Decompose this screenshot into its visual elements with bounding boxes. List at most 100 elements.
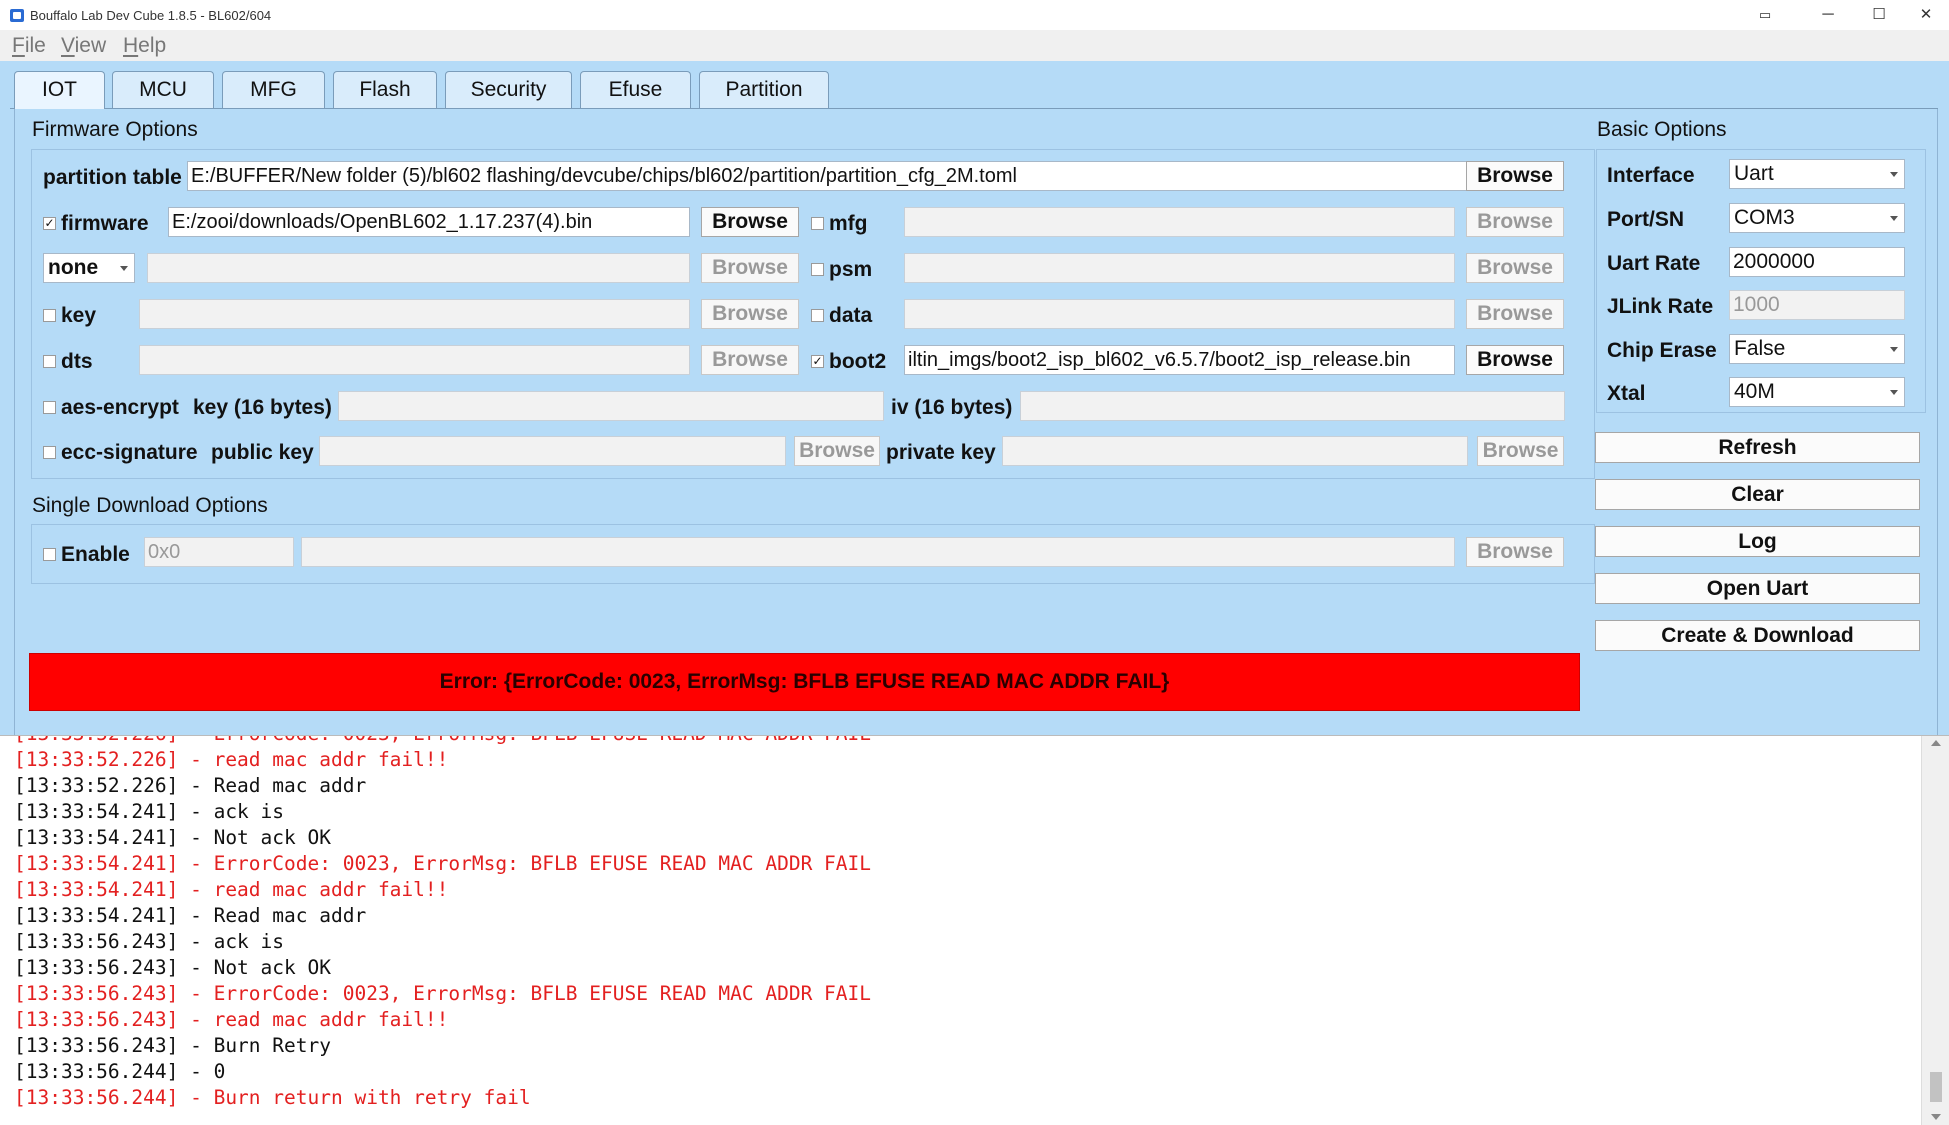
private-key-input[interactable] <box>1002 436 1468 466</box>
menu-help[interactable]: Help <box>123 34 166 58</box>
single-download-title: Single Download Options <box>32 494 268 517</box>
menu-bar: File View Help <box>0 30 1949 61</box>
clear-button[interactable]: Clear <box>1595 479 1920 510</box>
chevron-down-icon <box>1890 216 1898 221</box>
port-select[interactable]: COM3 <box>1729 203 1905 233</box>
aes-encrypt-checkbox[interactable] <box>43 401 56 414</box>
firmware-type-select[interactable]: none <box>43 253 135 283</box>
log-line: [13:33:52.226] - read mac addr fail!! <box>14 748 449 771</box>
psm-input[interactable] <box>904 253 1455 283</box>
mfg-input[interactable] <box>904 207 1455 237</box>
interface-select[interactable]: Uart <box>1729 159 1905 189</box>
private-key-browse-button[interactable]: Browse <box>1477 436 1564 466</box>
xtal-select[interactable]: 40M <box>1729 377 1905 407</box>
partition-table-browse-button[interactable]: Browse <box>1466 161 1564 191</box>
mfg-browse-button[interactable]: Browse <box>1466 207 1564 237</box>
maximize-button[interactable]: ☐ <box>1856 0 1902 30</box>
menu-view[interactable]: View <box>61 34 106 58</box>
boot2-input[interactable]: iltin_imgs/boot2_isp_bl602_v6.5.7/boot2_… <box>904 345 1455 375</box>
dts-input[interactable] <box>139 345 690 375</box>
data-checkbox[interactable] <box>811 309 824 322</box>
refresh-button[interactable]: Refresh <box>1595 432 1920 463</box>
scroll-down-icon[interactable] <box>1931 1114 1941 1120</box>
boot2-checkbox[interactable]: ✓ <box>811 355 824 368</box>
tab-flash[interactable]: Flash <box>333 71 437 108</box>
scroll-up-icon[interactable] <box>1931 740 1941 746</box>
main-area: IOT MCU MFG Flash Security Efuse Partiti… <box>0 61 1949 774</box>
firmware-extra-browse-button[interactable]: Browse <box>701 253 799 283</box>
firmware-browse-button[interactable]: Browse <box>701 207 799 237</box>
dts-checkbox[interactable] <box>43 355 56 368</box>
app-logo-icon <box>10 9 24 22</box>
log-line: [13:33:54.241] - ack is <box>14 800 285 823</box>
public-key-input[interactable] <box>319 436 786 466</box>
restore-icon[interactable]: ▭ <box>1742 0 1788 30</box>
tab-iot[interactable]: IOT <box>14 71 105 109</box>
interface-value: Uart <box>1734 162 1774 185</box>
aes-iv-label: iv (16 bytes) <box>891 396 1013 419</box>
single-browse-button[interactable]: Browse <box>1466 537 1564 567</box>
uart-rate-input[interactable]: 2000000 <box>1729 247 1905 277</box>
chip-erase-select[interactable]: False <box>1729 334 1905 364</box>
data-label: data <box>829 304 873 327</box>
log-line: [13:33:54.241] - Read mac addr <box>14 904 367 927</box>
data-input[interactable] <box>904 299 1455 329</box>
minimize-button[interactable]: ─ <box>1805 0 1851 30</box>
public-key-browse-button[interactable]: Browse <box>794 436 880 466</box>
chevron-down-icon <box>1890 347 1898 352</box>
basic-options-title: Basic Options <box>1597 118 1727 141</box>
boot2-browse-button[interactable]: Browse <box>1466 345 1564 375</box>
single-file-input[interactable] <box>301 537 1455 567</box>
log-button[interactable]: Log <box>1595 526 1920 557</box>
key-checkbox[interactable] <box>43 309 56 322</box>
firmware-options-title: Firmware Options <box>32 118 198 141</box>
create-download-button[interactable]: Create & Download <box>1595 620 1920 651</box>
tab-mcu[interactable]: MCU <box>112 71 214 108</box>
data-browse-button[interactable]: Browse <box>1466 299 1564 329</box>
jlink-rate-input[interactable]: 1000 <box>1729 290 1905 320</box>
boot2-label: boot2 <box>829 350 887 373</box>
partition-table-input[interactable]: E:/BUFFER/New folder (5)/bl602 flashing/… <box>187 161 1475 191</box>
tab-security[interactable]: Security <box>445 71 572 108</box>
tab-efuse[interactable]: Efuse <box>580 71 691 108</box>
firmware-input[interactable]: E:/zooi/downloads/OpenBL602_1.17.237(4).… <box>168 207 690 237</box>
open-uart-button[interactable]: Open Uart <box>1595 573 1920 604</box>
chevron-down-icon <box>1890 172 1898 177</box>
log-line: [13:33:54.241] - ErrorCode: 0023, ErrorM… <box>14 852 872 875</box>
enable-checkbox[interactable] <box>43 548 56 561</box>
log-line: [13:33:54.241] - Not ack OK <box>14 826 331 849</box>
scroll-thumb[interactable] <box>1930 1072 1942 1102</box>
single-address-input[interactable]: 0x0 <box>144 537 294 567</box>
log-scrollbar[interactable] <box>1921 736 1949 1125</box>
log-line: [13:33:54.241] - read mac addr fail!! <box>14 878 449 901</box>
key-browse-button[interactable]: Browse <box>701 299 799 329</box>
ecc-signature-label: ecc-signature <box>61 441 198 464</box>
aes-encrypt-label: aes-encrypt <box>61 396 179 419</box>
firmware-checkbox[interactable]: ✓ <box>43 217 56 230</box>
mfg-label: mfg <box>829 212 868 235</box>
ecc-signature-checkbox[interactable] <box>43 446 56 459</box>
aes-iv-input[interactable] <box>1020 391 1565 421</box>
tab-mfg[interactable]: MFG <box>222 71 325 108</box>
menu-file[interactable]: File <box>12 34 46 58</box>
log-output[interactable]: [13:33:52.226] - ErrorCode: 0023, ErrorM… <box>0 735 1949 1125</box>
error-banner: Error: {ErrorCode: 0023, ErrorMsg: BFLB … <box>29 653 1580 711</box>
log-line: [13:33:56.243] - Not ack OK <box>14 956 331 979</box>
psm-label: psm <box>829 258 873 281</box>
port-label: Port/SN <box>1607 208 1685 231</box>
firmware-extra-input[interactable] <box>147 253 690 283</box>
psm-checkbox[interactable] <box>811 263 824 276</box>
dts-browse-button[interactable]: Browse <box>701 345 799 375</box>
uart-rate-label: Uart Rate <box>1607 252 1701 275</box>
key-input[interactable] <box>139 299 690 329</box>
psm-browse-button[interactable]: Browse <box>1466 253 1564 283</box>
partition-table-label: partition table <box>43 166 182 189</box>
aes-key-input[interactable] <box>338 391 884 421</box>
mfg-checkbox[interactable] <box>811 217 824 230</box>
window-title: Bouffalo Lab Dev Cube 1.8.5 - BL602/604 <box>30 8 272 23</box>
close-button[interactable]: ✕ <box>1903 0 1949 30</box>
aes-key-label: key (16 bytes) <box>193 396 332 419</box>
log-line: [13:33:56.243] - ack is <box>14 930 285 953</box>
jlink-rate-label: JLink Rate <box>1607 295 1714 318</box>
tab-partition[interactable]: Partition <box>699 71 829 108</box>
